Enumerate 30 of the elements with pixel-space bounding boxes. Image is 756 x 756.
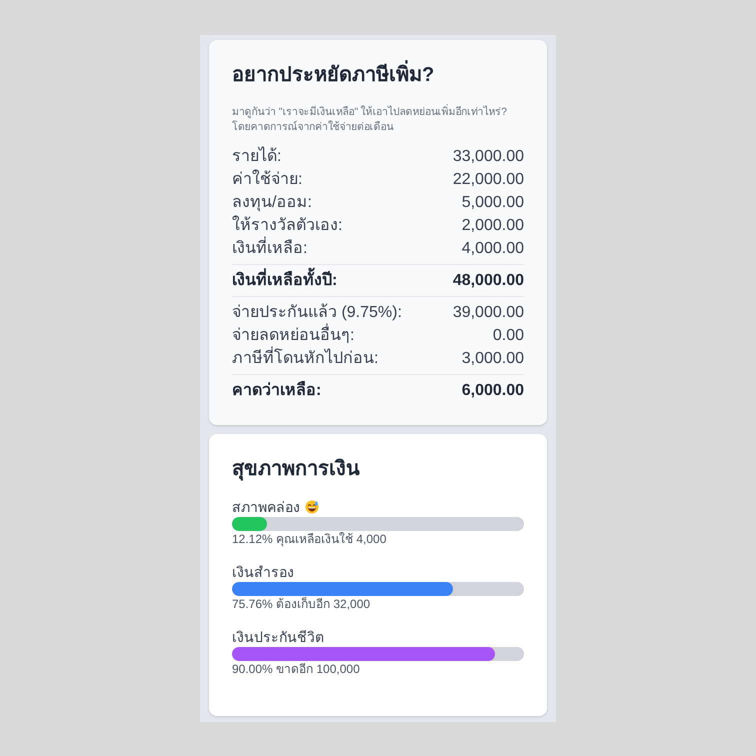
row-label: เงินที่เหลือทั้งปี:	[232, 269, 338, 292]
row-value: 4,000.00	[462, 239, 524, 259]
row-label: ค่าใช้จ่าย:	[232, 168, 302, 190]
row-value: 22,000.00	[452, 170, 524, 190]
row-label: รายได้:	[232, 146, 282, 167]
meter-caption: 90.00% ขาดอีก 100,000	[232, 661, 360, 677]
row-label: ให้รางวัลตัวเอง:	[232, 214, 342, 236]
row-value: 0.00	[492, 326, 524, 346]
row-label: ภาษีที่โดนหักไปก่อน:	[232, 347, 378, 370]
row-value: 33,000.00	[452, 147, 524, 167]
row-label: ลงทุน/ออม:	[232, 193, 312, 214]
row-value: 2,000.00	[462, 216, 524, 236]
card-title: อยากประหยัดภาษีเพิ่ม?	[232, 61, 434, 89]
row-value: 5,000.00	[462, 193, 524, 213]
meter-caption: 12.12% คุณเหลือเงินใช้ 4,000	[232, 531, 386, 547]
sweat-smile-emoji-icon	[305, 500, 319, 514]
card-description: มาดูกันว่า "เราจะมีเงินเหลือ" ให้เอาไปลดหย่อนเพิ่มอีกเท่าไหร่? โดยคาดการณ์จากค่าใช้จ่ายต่อเดือน	[232, 105, 508, 135]
meter-caption: 75.76% ต้องเก็บอีก 32,000	[232, 596, 370, 612]
row-label: จ่ายลดหย่อนอื่นๆ:	[232, 324, 354, 347]
row-value: 6,000.00	[462, 381, 524, 401]
card-title: สุขภาพการเงิน	[232, 457, 360, 483]
row-value: 48,000.00	[452, 271, 524, 291]
meter-label: สภาพคล่อง	[232, 498, 300, 517]
row-label: คาดว่าเหลือ:	[232, 380, 322, 401]
meter-label: เงินสำรอง	[232, 563, 294, 582]
meter-label: เงินประกันชีวิต	[232, 628, 324, 647]
row-value: 3,000.00	[462, 349, 524, 369]
row-label: จ่ายประกันแล้ว (9.75%):	[232, 302, 402, 323]
row-value: 39,000.00	[452, 303, 524, 323]
row-label: เงินที่เหลือ:	[232, 237, 308, 260]
